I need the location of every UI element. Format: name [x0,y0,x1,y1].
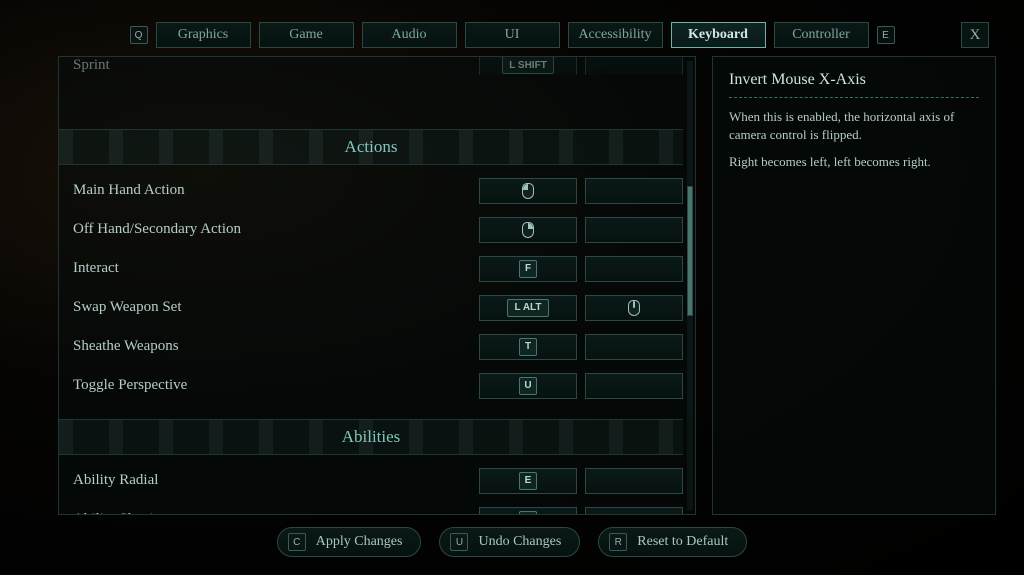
bind-label: Sheathe Weapons [73,338,471,355]
tab-keyboard[interactable]: Keyboard [671,22,766,48]
bind-row: Sheathe Weapons T [59,327,683,366]
mouse-middle-icon [628,300,640,316]
info-panel: Invert Mouse X-Axis When this is enabled… [712,56,996,515]
bind-row: Swap Weapon Set L ALT [59,288,683,327]
tab-audio[interactable]: Audio [362,22,457,48]
reset-default-button[interactable]: R Reset to Default [598,527,747,557]
undo-keyhint: U [450,533,468,551]
reset-label: Reset to Default [637,534,728,550]
bind-row: Ability Slot 1 1 [59,500,683,515]
bind-primary-slot[interactable]: L SHIFT [479,56,577,75]
bind-label: Off Hand/Secondary Action [73,221,471,238]
bind-primary-slot[interactable]: E [479,468,577,494]
apply-keyhint: C [288,533,306,551]
tab-controller[interactable]: Controller [774,22,869,48]
bind-primary-slot[interactable]: L ALT [479,295,577,321]
tab-graphics[interactable]: Graphics [156,22,251,48]
bind-row: Main Hand Action [59,171,683,210]
bind-row: Off Hand/Secondary Action [59,210,683,249]
keycap: F [519,260,537,278]
mouse-right-icon [522,222,534,238]
info-title: Invert Mouse X-Axis [729,71,979,89]
keycap: 1 [519,511,537,516]
bind-label: Main Hand Action [73,182,471,199]
bind-primary-slot[interactable]: U [479,373,577,399]
keybind-list: Sprint L SHIFT Actions Main Hand Action … [59,56,683,515]
bind-label: Ability Slot 1 [73,511,471,515]
bind-secondary-slot[interactable] [585,295,683,321]
bind-secondary-slot[interactable] [585,56,683,75]
apply-label: Apply Changes [316,534,403,550]
bind-label: Sprint [73,57,471,74]
bind-secondary-slot[interactable] [585,334,683,360]
bind-row: Toggle Perspective U [59,366,683,405]
tab-accessibility[interactable]: Accessibility [568,22,663,48]
keycap: T [519,338,537,356]
info-separator [729,97,979,98]
info-p1: When this is enabled, the horizontal axi… [729,108,979,143]
bind-secondary-slot[interactable] [585,507,683,516]
apply-changes-button[interactable]: C Apply Changes [277,527,422,557]
tabs-prev-keyhint: Q [130,26,148,44]
bind-primary-slot[interactable]: T [479,334,577,360]
reset-keyhint: R [609,533,627,551]
close-button[interactable]: X [961,22,989,48]
undo-label: Undo Changes [478,534,561,550]
info-description: When this is enabled, the horizontal axi… [729,108,979,171]
mouse-left-icon [522,183,534,199]
bind-primary-slot[interactable]: 1 [479,507,577,516]
undo-changes-button[interactable]: U Undo Changes [439,527,580,557]
keycap: L SHIFT [502,56,554,74]
tabs-next-keyhint: E [877,26,895,44]
bind-primary-slot[interactable] [479,178,577,204]
bind-secondary-slot[interactable] [585,217,683,243]
bind-row: Ability Radial E [59,461,683,500]
keybind-panel: Sprint L SHIFT Actions Main Hand Action … [58,56,696,515]
keycap: L ALT [507,299,548,317]
bind-secondary-slot[interactable] [585,256,683,282]
bind-secondary-slot[interactable] [585,373,683,399]
settings-body: Sprint L SHIFT Actions Main Hand Action … [58,56,996,515]
info-p2: Right becomes left, left becomes right. [729,153,979,171]
bind-primary-slot[interactable]: F [479,256,577,282]
section-header-abilities: Abilities [59,419,683,455]
keycap: E [519,472,537,490]
bind-label: Swap Weapon Set [73,299,471,316]
keycap: U [519,377,537,395]
tab-game[interactable]: Game [259,22,354,48]
footer-actions: C Apply Changes U Undo Changes R Reset t… [0,527,1024,557]
bind-label: Ability Radial [73,472,471,489]
bind-label: Toggle Perspective [73,377,471,394]
scrollbar-thumb[interactable] [687,186,693,316]
bind-primary-slot[interactable] [479,217,577,243]
scrollbar[interactable] [687,61,693,510]
tab-ui[interactable]: UI [465,22,560,48]
bind-row-sprint: Sprint L SHIFT [59,56,683,75]
bind-label: Interact [73,260,471,277]
bind-secondary-slot[interactable] [585,468,683,494]
bind-secondary-slot[interactable] [585,178,683,204]
section-header-actions: Actions [59,129,683,165]
settings-tabbar: Q Graphics Game Audio UI Accessibility K… [0,22,1024,48]
bind-row: Interact F [59,249,683,288]
